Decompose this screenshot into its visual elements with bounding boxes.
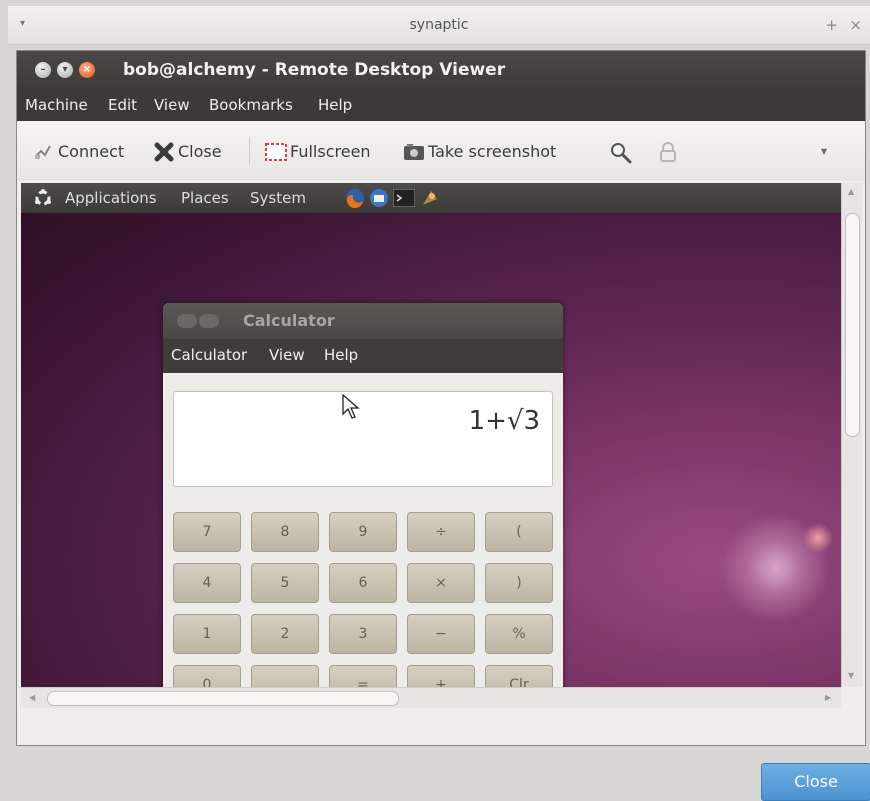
terminal-icon[interactable]	[392, 188, 416, 208]
firefox-icon[interactable]	[344, 187, 366, 209]
key-multiply[interactable]: ×	[407, 563, 475, 603]
key-divide[interactable]: ÷	[407, 512, 475, 552]
calculator-titlebar: Calculator	[163, 303, 563, 339]
lock-icon	[657, 141, 677, 162]
key-7[interactable]: 7	[173, 512, 241, 552]
calculator-expression: 1+√3	[468, 406, 540, 436]
dialog-close-button[interactable]: Close	[761, 763, 870, 801]
horizontal-scroll-thumb[interactable]	[47, 691, 399, 706]
connect-button[interactable]: Connect	[33, 139, 124, 163]
key-percent[interactable]: %	[485, 614, 553, 654]
calculator-display[interactable]: 1+√3	[173, 391, 553, 487]
thunderbird-icon[interactable]	[368, 187, 390, 209]
outer-close-button[interactable]: ×	[849, 16, 862, 34]
scroll-down-arrow-icon[interactable]: ▼	[848, 671, 854, 680]
remote-desktop-viewer-window: – ▾ × bob@alchemy - Remote Desktop Viewe…	[16, 50, 866, 746]
calc-menu-calculator[interactable]: Calculator	[171, 346, 247, 364]
remote-top-panel: Applications Places System	[21, 183, 841, 213]
camera-icon	[403, 141, 424, 161]
zoom-button[interactable]	[609, 139, 632, 164]
take-screenshot-button[interactable]: Take screenshot	[403, 139, 556, 163]
take-screenshot-label: Take screenshot	[428, 141, 557, 161]
rdv-title: bob@alchemy - Remote Desktop Viewer	[123, 60, 506, 80]
key-0[interactable]: 0	[173, 665, 241, 687]
calculator-menubar: Calculator View Help	[163, 339, 563, 373]
calculator-window: Calculator Calculator View Help 1+√3 7 8…	[163, 303, 563, 687]
scroll-left-arrow-icon[interactable]: ◀	[29, 693, 35, 702]
mouse-cursor-icon	[342, 393, 360, 420]
key-clear[interactable]: Clr	[485, 665, 553, 687]
menu-view[interactable]: View	[154, 96, 190, 114]
vertical-scrollbar[interactable]: ▲ ▼	[841, 183, 862, 687]
menu-edit[interactable]: Edit	[108, 96, 137, 114]
remote-menu-places[interactable]: Places	[181, 189, 229, 207]
key-equals[interactable]: =	[329, 665, 397, 687]
remote-menu-system[interactable]: System	[250, 189, 306, 207]
key-close-paren[interactable]: )	[485, 563, 553, 603]
close-icon[interactable]: ×	[79, 62, 95, 78]
calc-window-close-icon[interactable]	[199, 314, 219, 328]
outer-window-title: synaptic	[409, 17, 469, 33]
calc-menu-help[interactable]: Help	[324, 346, 358, 364]
key-blank[interactable]	[251, 665, 319, 687]
maximize-icon[interactable]: ▾	[57, 62, 73, 78]
fullscreen-button[interactable]: Fullscreen	[265, 139, 371, 163]
key-2[interactable]: 2	[251, 614, 319, 654]
key-8[interactable]: 8	[251, 512, 319, 552]
calc-menu-view[interactable]: View	[269, 346, 305, 364]
key-5[interactable]: 5	[251, 563, 319, 603]
fullscreen-icon	[265, 141, 287, 161]
connect-label: Connect	[58, 141, 125, 161]
magnifier-icon	[609, 141, 632, 164]
menu-help[interactable]: Help	[318, 96, 352, 114]
rdv-titlebar: – ▾ × bob@alchemy - Remote Desktop Viewe…	[17, 51, 865, 89]
menu-bookmarks[interactable]: Bookmarks	[209, 96, 293, 114]
outer-titlebar: ▾ synaptic + ×	[8, 6, 870, 45]
calculator-title: Calculator	[243, 311, 335, 330]
gimp-icon[interactable]	[419, 187, 441, 209]
menu-machine[interactable]: Machine	[25, 96, 88, 114]
ubuntu-logo-icon	[33, 188, 53, 208]
toolbar-separator	[249, 137, 250, 165]
key-open-paren[interactable]: (	[485, 512, 553, 552]
key-9[interactable]: 9	[329, 512, 397, 552]
key-3[interactable]: 3	[329, 614, 397, 654]
key-6[interactable]: 6	[329, 563, 397, 603]
remote-screen[interactable]: Applications Places System Calculator Ca…	[21, 183, 841, 687]
minimize-icon[interactable]: –	[35, 62, 51, 78]
close-label: Close	[178, 141, 222, 161]
key-add[interactable]: +	[407, 665, 475, 687]
horizontal-scrollbar[interactable]: ◀ ▶	[21, 687, 841, 708]
connect-icon	[33, 141, 53, 161]
rdv-toolbar: Connect Close Fullscreen Take screenshot	[17, 121, 865, 181]
close-connection-button[interactable]: Close	[153, 139, 222, 163]
key-1[interactable]: 1	[173, 614, 241, 654]
close-x-icon	[153, 141, 174, 162]
wallpaper-glow-small	[803, 523, 833, 553]
key-4[interactable]: 4	[173, 563, 241, 603]
maximize-button[interactable]: +	[825, 16, 838, 34]
scroll-up-arrow-icon[interactable]: ▲	[848, 187, 854, 196]
toolbar-overflow-arrow[interactable]: ▾	[821, 139, 827, 163]
vertical-scroll-thumb[interactable]	[845, 213, 860, 437]
scroll-right-arrow-icon[interactable]: ▶	[825, 693, 831, 702]
fullscreen-label: Fullscreen	[290, 141, 371, 161]
remote-menu-applications[interactable]: Applications	[65, 189, 157, 207]
calc-window-buttons-icon[interactable]	[177, 314, 197, 328]
key-subtract[interactable]: −	[407, 614, 475, 654]
lock-button[interactable]	[657, 139, 677, 163]
rdv-menubar: Machine Edit View Bookmarks Help	[17, 89, 865, 121]
